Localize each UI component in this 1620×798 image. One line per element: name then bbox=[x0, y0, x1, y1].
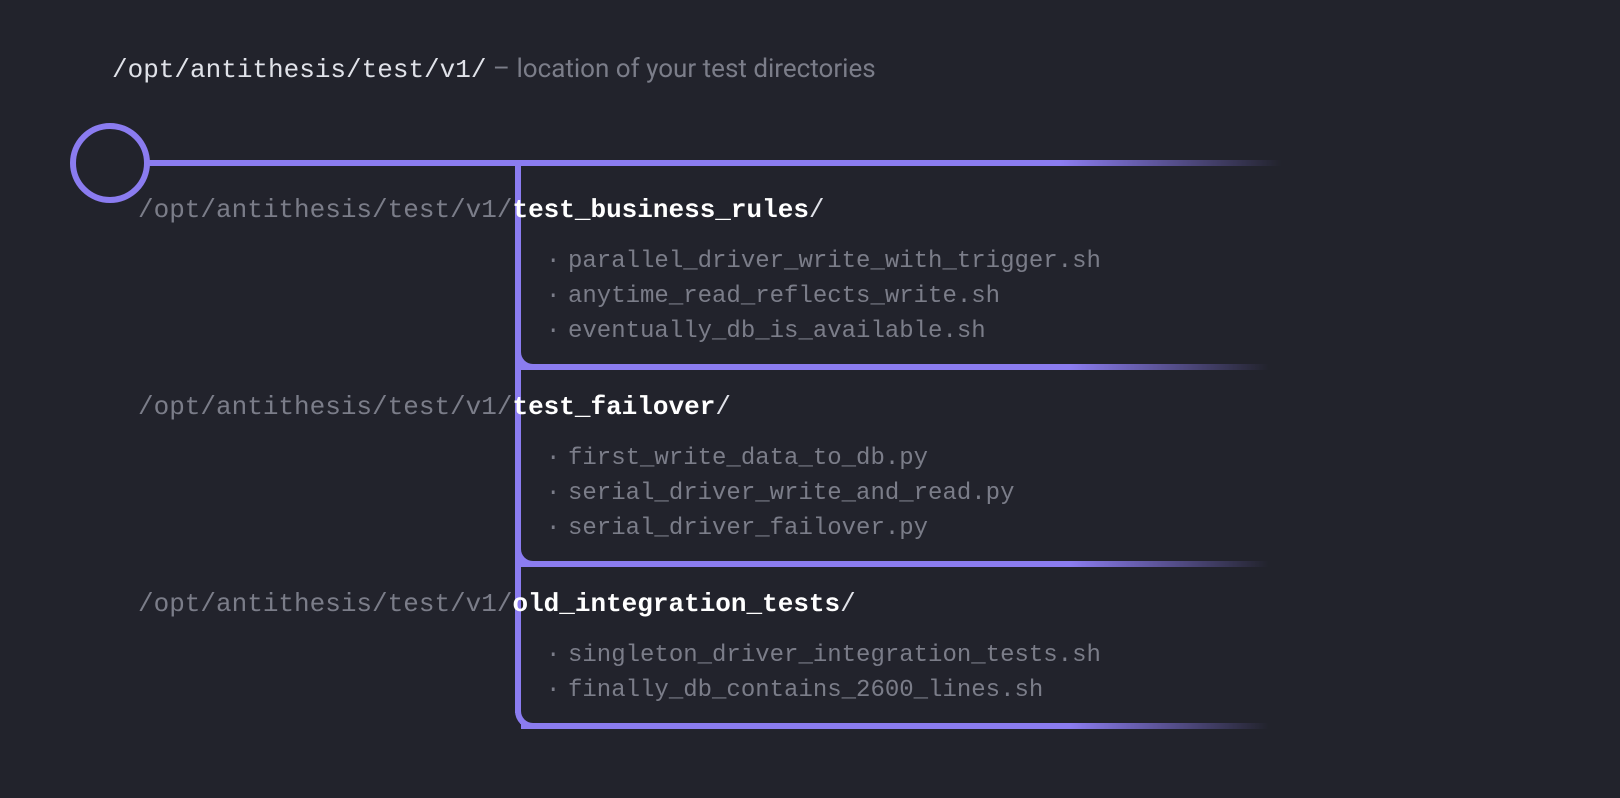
bullet-icon: · bbox=[546, 315, 568, 350]
file-list: ·parallel_driver_write_with_trigger.sh·a… bbox=[546, 245, 1101, 349]
file-name: eventually_db_is_available.sh bbox=[568, 318, 986, 345]
header-description: location of your test directories bbox=[516, 54, 875, 84]
header-line: /opt/antithesis/test/v1/ – location of y… bbox=[112, 54, 876, 85]
branch-line bbox=[521, 723, 1620, 729]
file-list: ·first_write_data_to_db.py·serial_driver… bbox=[546, 442, 1014, 546]
file-name: anytime_read_reflects_write.sh bbox=[568, 283, 1000, 310]
file-item: ·serial_driver_write_and_read.py bbox=[546, 477, 1014, 512]
branch-line bbox=[521, 561, 1620, 567]
file-list: ·singleton_driver_integration_tests.sh·f… bbox=[546, 639, 1101, 709]
trailing-slash: / bbox=[715, 392, 731, 422]
trailing-slash: / bbox=[809, 195, 825, 225]
directory-name: old_integration_tests bbox=[512, 589, 840, 619]
header-path: /opt/antithesis/test/v1/ bbox=[112, 55, 486, 85]
file-item: ·first_write_data_to_db.py bbox=[546, 442, 1014, 477]
directory-path: /opt/antithesis/test/v1/test_failover/ bbox=[138, 392, 1014, 422]
directory-block: /opt/antithesis/test/v1/test_failover/·f… bbox=[138, 392, 1014, 546]
bullet-icon: · bbox=[546, 477, 568, 512]
directory-name: test_failover bbox=[512, 392, 715, 422]
file-item: ·singleton_driver_integration_tests.sh bbox=[546, 639, 1101, 674]
file-item: ·eventually_db_is_available.sh bbox=[546, 315, 1101, 350]
directory-prefix: /opt/antithesis/test/v1/ bbox=[138, 392, 512, 422]
bullet-icon: · bbox=[546, 280, 568, 315]
directory-name: test_business_rules bbox=[512, 195, 808, 225]
bullet-icon: · bbox=[546, 674, 568, 709]
file-name: parallel_driver_write_with_trigger.sh bbox=[568, 248, 1101, 275]
directory-block: /opt/antithesis/test/v1/old_integration_… bbox=[138, 589, 1101, 709]
file-name: finally_db_contains_2600_lines.sh bbox=[568, 677, 1043, 704]
bullet-icon: · bbox=[546, 512, 568, 547]
directory-path: /opt/antithesis/test/v1/test_business_ru… bbox=[138, 195, 1101, 225]
diagram-canvas: /opt/antithesis/test/v1/ – location of y… bbox=[0, 0, 1620, 798]
file-item: ·parallel_driver_write_with_trigger.sh bbox=[546, 245, 1101, 280]
directory-path: /opt/antithesis/test/v1/old_integration_… bbox=[138, 589, 1101, 619]
trailing-slash: / bbox=[840, 589, 856, 619]
directory-prefix: /opt/antithesis/test/v1/ bbox=[138, 195, 512, 225]
file-name: first_write_data_to_db.py bbox=[568, 445, 928, 472]
file-name: serial_driver_write_and_read.py bbox=[568, 480, 1014, 507]
file-item: ·finally_db_contains_2600_lines.sh bbox=[546, 674, 1101, 709]
bullet-icon: · bbox=[546, 639, 568, 674]
header-dash: – bbox=[486, 54, 516, 84]
bullet-icon: · bbox=[546, 442, 568, 477]
branch-line bbox=[521, 364, 1620, 370]
bullet-icon: · bbox=[546, 245, 568, 280]
root-node-circle bbox=[70, 123, 150, 203]
main-branch-line bbox=[148, 160, 1620, 166]
directory-block: /opt/antithesis/test/v1/test_business_ru… bbox=[138, 195, 1101, 349]
file-name: singleton_driver_integration_tests.sh bbox=[568, 642, 1101, 669]
directory-prefix: /opt/antithesis/test/v1/ bbox=[138, 589, 512, 619]
file-name: serial_driver_failover.py bbox=[568, 515, 928, 542]
file-item: ·serial_driver_failover.py bbox=[546, 512, 1014, 547]
file-item: ·anytime_read_reflects_write.sh bbox=[546, 280, 1101, 315]
